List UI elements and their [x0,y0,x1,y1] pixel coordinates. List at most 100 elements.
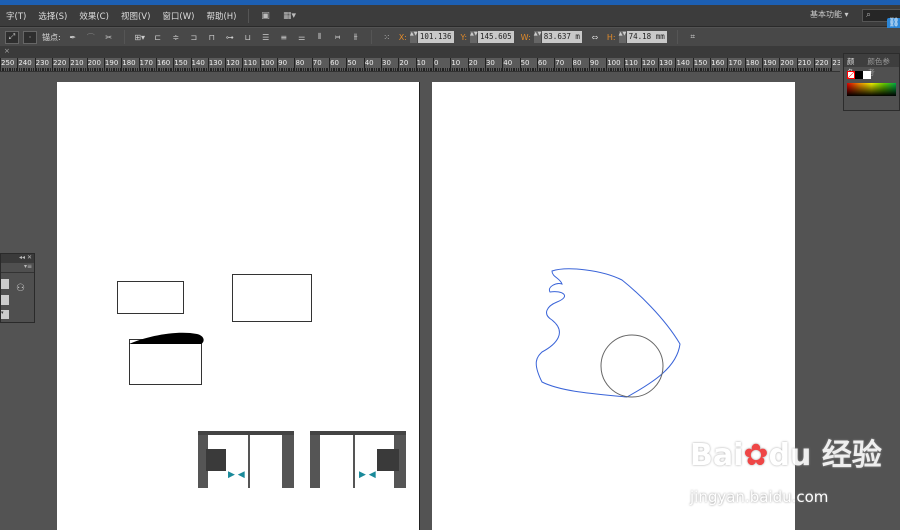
bridge-icon[interactable]: ▣ [258,10,272,22]
ruler-label: 110 [624,59,638,67]
pen-icon[interactable]: ✒ [66,31,80,44]
rectangle[interactable] [117,281,184,314]
rectangle[interactable] [232,274,312,322]
divider [676,30,678,44]
horizontal-ruler[interactable]: 250 240 230 220 210 200 190 180 170 160 150 140 130 1… [0,58,840,72]
ruler-label: 140 [191,59,205,67]
convert-smooth-button[interactable]: ⤢ [5,30,19,44]
divider [248,8,250,23]
distribute-right-icon[interactable]: ⫵ [349,31,363,44]
ruler-label: 210 [70,59,84,67]
reference-point-icon[interactable]: ⁙ [380,31,394,44]
selected-path [535,268,681,398]
tab-color[interactable]: 颜色 [844,54,864,77]
menu-type[interactable]: 字(T) [0,10,32,22]
handle-icon[interactable]: ⌒ [84,31,98,44]
menu-effect[interactable]: 效果(C) [73,10,115,22]
menu-select[interactable]: 选择(S) [32,10,73,22]
menu-view[interactable]: 视图(V) [115,10,156,22]
ruler-label: 10 [451,59,461,67]
workspace-label: 基本功能 [810,10,842,19]
divider [123,30,125,44]
menu-window[interactable]: 窗口(W) [156,10,200,22]
x-stepper[interactable]: ▲▼ [409,31,418,43]
ruler-label: 120 [641,59,656,67]
control-bar: ⤢ · 锚点: ✒ ⌒ ✂ ⊞▾ ⊏ ≑ ⊐ ⊓ ⊶ ⊔ ☰ ≡ ⚌ ⫴ ⧦ ⫵… [0,28,900,46]
x-label: X: [398,32,407,42]
color-spectrum[interactable] [847,83,896,96]
cut-path-icon[interactable]: ✂ [102,31,116,44]
thumbnail-image[interactable]: ▶ ◀ [198,431,294,488]
h-stepper[interactable]: ▲▼ [618,31,626,43]
distribute-hcenter-icon[interactable]: ⧦ [331,31,345,44]
panel-button[interactable] [1,279,9,289]
ruler-label: 30 [485,59,495,67]
distribute-bottom-icon[interactable]: ⚌ [295,31,309,44]
ruler-label: 150 [174,59,188,67]
panel-collapse-close-icon[interactable]: ◂◂ ✕ [1,254,34,263]
ruler-label: 20 [399,59,409,67]
link-chain-icon[interactable]: ⚇ [16,283,25,294]
panel-dropdown[interactable]: ▾ [1,310,9,319]
height-field[interactable]: 74.18 mm [626,31,667,43]
ruler-label: 100 [607,59,621,67]
distribute-left-icon[interactable]: ⫴ [313,31,327,44]
circle-shape [600,334,664,398]
ruler-label: 230 [832,59,840,67]
align-top-icon[interactable]: ⊓ [205,31,219,44]
width-field[interactable]: 83.637 m [541,31,582,43]
none-swatch[interactable] [847,71,855,79]
close-tab-icon[interactable]: × [4,47,10,55]
align-bottom-icon[interactable]: ⊔ [241,31,255,44]
color-panel: 颜色 颜色参考 [843,53,900,111]
white-swatch[interactable] [863,71,871,79]
workspace-switcher[interactable]: 基本功能 ▾ [810,9,849,20]
align-vcenter-icon[interactable]: ⊶ [223,31,237,44]
ruler-label: 220 [52,59,67,67]
ruler-label: 100 [260,59,275,67]
y-field[interactable]: 145.605 [478,31,514,43]
tab-color-guide[interactable]: 颜色参考 [864,54,899,77]
align-right-icon[interactable]: ⊐ [187,31,201,44]
menu-bar: 字(T) 选择(S) 效果(C) 视图(V) 窗口(W) 帮助(H) ▣ ▦▾ [0,5,900,27]
ruler-label: 160 [711,59,725,67]
y-stepper[interactable]: ▲▼ [470,31,478,43]
align-to-icon[interactable]: ⊞▾ [133,31,147,44]
distribute-top-icon[interactable]: ☰ [259,31,273,44]
artboard-1[interactable]: ▶ ◀ ▶ ◀ [57,82,419,530]
ruler-label: 130 [208,59,223,67]
distribute-vcenter-icon[interactable]: ≡ [277,31,291,44]
ruler-label: 180 [745,59,760,67]
ruler-label: 140 [676,59,690,67]
ruler-label: 220 [815,59,829,67]
arrange-documents-icon[interactable]: ▦▾ [278,10,300,22]
menu-help[interactable]: 帮助(H) [200,10,242,22]
ruler-label: 50 [520,59,530,67]
thumbnail-image[interactable]: ▶ ◀ [310,431,406,488]
ruler-label: 240 [18,59,32,67]
ruler-label: 50 [347,59,357,67]
ruler-label: 190 [763,59,777,67]
transform-icon[interactable]: ⌗ [686,31,700,44]
x-field[interactable]: 101.136 [417,31,454,43]
ruler-label: 80 [572,59,582,67]
align-hcenter-icon[interactable]: ≑ [169,31,183,44]
black-swatch[interactable] [855,71,863,79]
align-left-icon[interactable]: ⊏ [151,31,165,44]
document-tab-bar: × [0,46,900,58]
ruler-label: 70 [555,59,565,67]
panel-menu-icon[interactable]: ▾≡ [1,263,34,273]
ruler-label: 10 [416,59,426,67]
floating-panel: ◂◂ ✕ ▾≡ ▾ ⚇ [0,253,35,323]
black-blade-shape[interactable] [127,330,207,346]
ruler-label: 210 [797,59,812,67]
ruler-label: 20 [468,59,478,67]
height-label: H: [606,32,616,42]
convert-corner-button[interactable]: · [23,30,37,44]
w-stepper[interactable]: ▲▼ [533,31,541,43]
baidu-watermark-logo: Bai✿du 经验 [690,438,882,473]
constrain-link-icon[interactable]: ⇔ [588,31,602,44]
panel-button[interactable] [1,295,9,305]
ruler-label: 170 [139,59,153,67]
ruler-label: 30 [382,59,391,67]
